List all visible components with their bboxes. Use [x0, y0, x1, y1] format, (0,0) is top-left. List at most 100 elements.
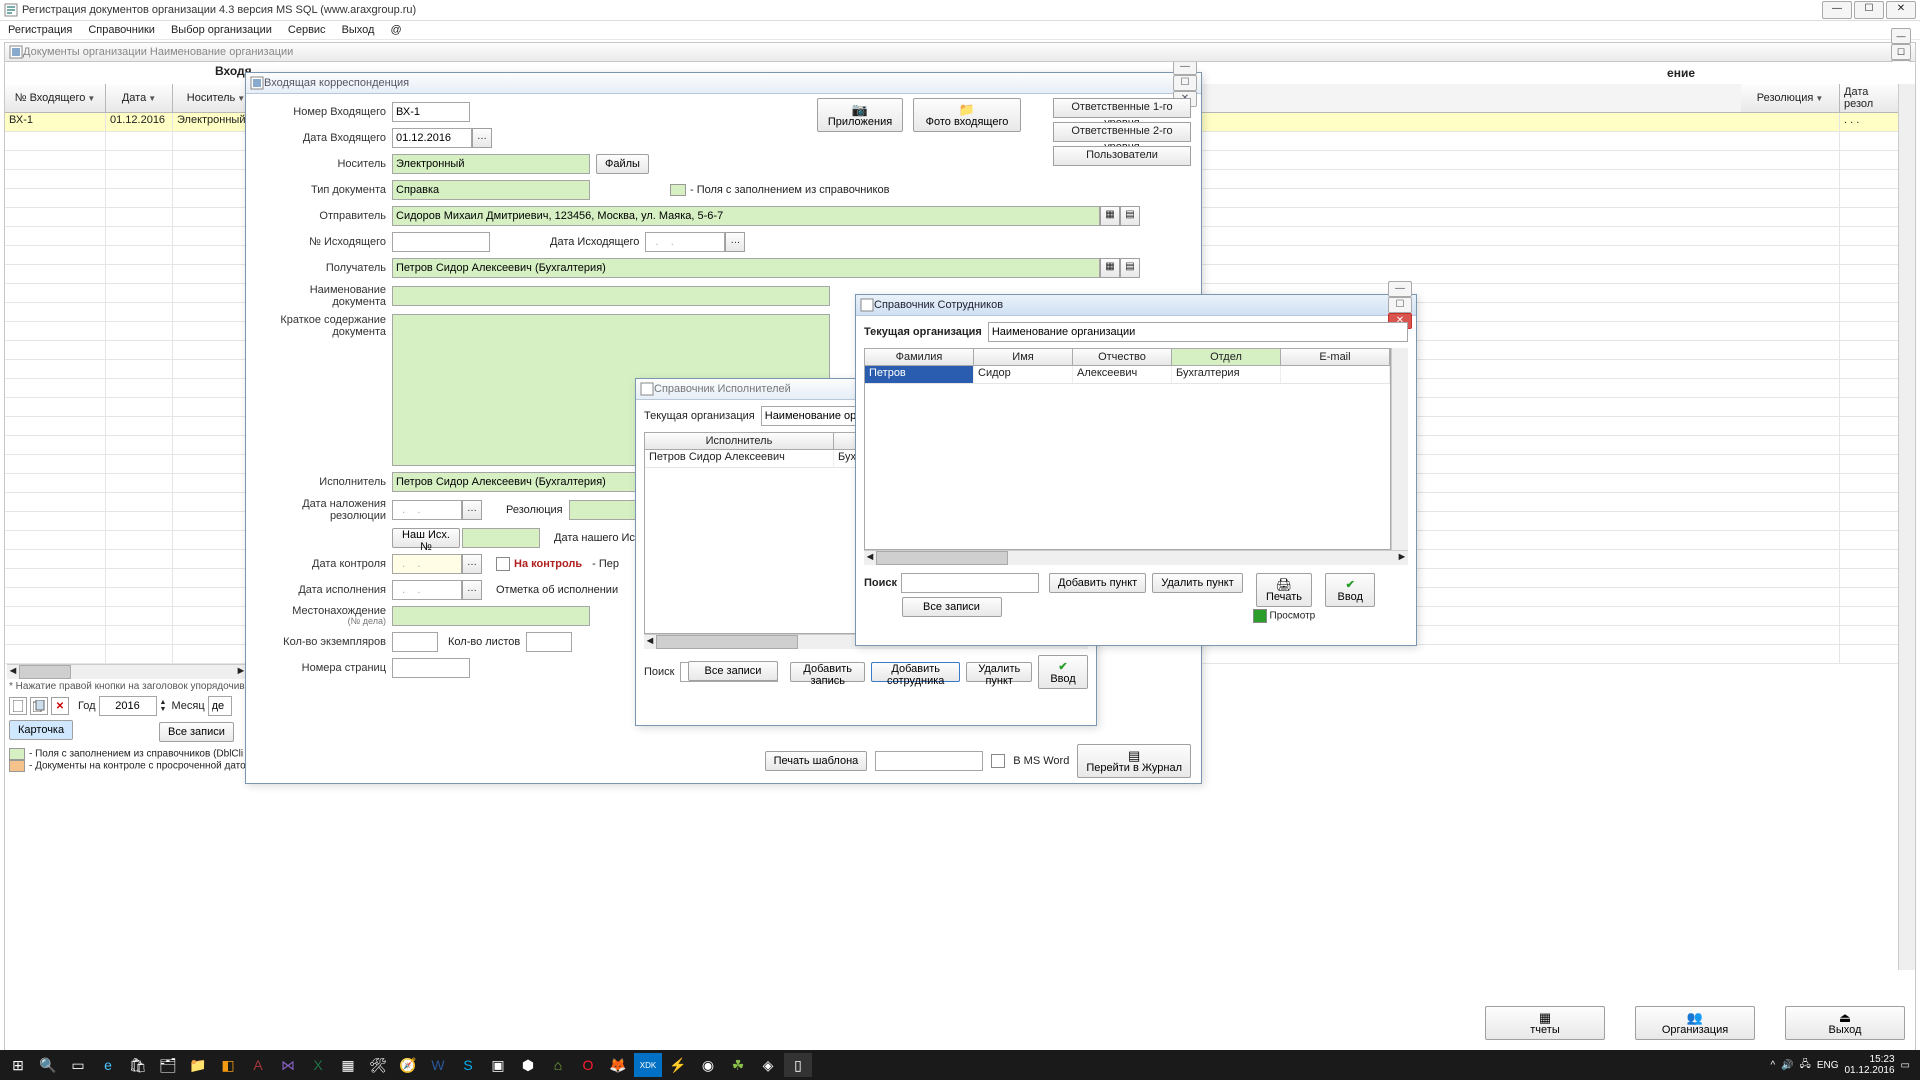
app-maximize-button[interactable]: ☐ — [1854, 1, 1884, 19]
app-icon-1[interactable]: ◧ — [214, 1053, 242, 1077]
resdate-picker-button[interactable]: … — [462, 500, 482, 520]
input-num[interactable] — [392, 102, 470, 122]
month-input[interactable] — [208, 696, 232, 716]
calc-icon[interactable]: ▦ — [334, 1053, 362, 1077]
app-icon-4[interactable]: ⌂ — [544, 1053, 572, 1077]
to-journal-button[interactable]: ▤Перейти в Журнал — [1077, 744, 1191, 778]
input-resdate[interactable] — [392, 500, 462, 520]
firefox-icon[interactable]: 🦊 — [604, 1053, 632, 1077]
visualstudio-icon[interactable]: ⋈ — [274, 1053, 302, 1077]
exit-button[interactable]: ⏏Выход — [1785, 1006, 1905, 1040]
xdk-icon[interactable]: XDK — [634, 1053, 662, 1077]
mdi-maximize-button[interactable]: ☐ — [1891, 44, 1911, 60]
attachments-button[interactable]: 📷Приложения — [817, 98, 903, 132]
folder-icon[interactable]: 📁 — [184, 1053, 212, 1077]
menu-service[interactable]: Сервис — [284, 24, 330, 36]
reports-button[interactable]: ▦тчеты — [1485, 1006, 1605, 1040]
exec-enter-button[interactable]: ✔Ввод — [1038, 655, 1088, 689]
emp-preview-checkbox[interactable] — [1253, 609, 1267, 623]
controldate-picker-button[interactable]: … — [462, 554, 482, 574]
col-date[interactable]: Дата▼ — [106, 84, 173, 112]
print-template-button[interactable]: Печать шаблона — [765, 751, 868, 771]
tray-notifications-icon[interactable]: ▭ — [1901, 1060, 1910, 1071]
template-name-input[interactable] — [875, 751, 983, 771]
emp-org-input[interactable] — [988, 322, 1408, 342]
menu-references[interactable]: Справочники — [84, 24, 159, 36]
new-doc-button[interactable] — [9, 697, 27, 715]
responsible-1-button[interactable]: Ответственные 1-го уровня — [1053, 98, 1191, 118]
task-view-icon[interactable]: ▭ — [64, 1053, 92, 1077]
organization-button[interactable]: 👥Организация — [1635, 1006, 1755, 1040]
tray-up-icon[interactable]: ^ — [1771, 1060, 1776, 1071]
input-copies[interactable] — [392, 632, 438, 652]
app-icon-7[interactable]: ◈ — [754, 1053, 782, 1077]
emp-row[interactable]: Петров Сидор Алексеевич Бухгалтерия — [865, 366, 1390, 384]
app-icon-6[interactable]: ☘ — [724, 1053, 752, 1077]
msword-checkbox[interactable] — [991, 754, 1005, 768]
copy-doc-button[interactable] — [30, 697, 48, 715]
date-picker-button[interactable]: … — [472, 128, 492, 148]
tray-lang[interactable]: ENG — [1817, 1060, 1839, 1071]
emp-maximize-button[interactable]: ☐ — [1388, 297, 1412, 313]
tools-icon[interactable]: 🛠 — [364, 1053, 392, 1077]
emp-col-patronymic[interactable]: Отчество — [1073, 349, 1172, 365]
current-app-icon[interactable]: ▯ — [784, 1053, 812, 1077]
sender-lookup-button[interactable]: ▦ — [1100, 206, 1120, 226]
emp-col-dept[interactable]: Отдел — [1172, 349, 1281, 365]
input-controldate[interactable] — [392, 554, 462, 574]
search-icon[interactable]: 🔍 — [34, 1053, 62, 1077]
menu-exit[interactable]: Выход — [338, 24, 379, 36]
store-icon[interactable]: 🛍 — [124, 1053, 152, 1077]
app-icon-5[interactable]: ⚡ — [664, 1053, 692, 1077]
exec-all-records-button[interactable]: Все записи — [688, 661, 778, 681]
emp-col-email[interactable]: E-mail — [1281, 349, 1390, 365]
input-media[interactable] — [392, 154, 590, 174]
execdate-picker-button[interactable]: … — [462, 580, 482, 600]
start-button[interactable]: ⊞ — [4, 1053, 32, 1077]
emp-add-button[interactable]: Добавить пункт — [1049, 573, 1146, 593]
emp-col-name[interactable]: Имя — [974, 349, 1073, 365]
app-close-button[interactable]: ✕ — [1886, 1, 1916, 19]
our-out-num-button[interactable]: Наш Исх.№ — [392, 528, 460, 548]
card-maximize-button[interactable]: ☐ — [1173, 75, 1197, 91]
safari-icon[interactable]: 🧭 — [394, 1053, 422, 1077]
on-control-checkbox[interactable] — [496, 557, 510, 571]
excel-icon[interactable]: X — [304, 1053, 332, 1077]
skype-icon[interactable]: S — [454, 1053, 482, 1077]
chrome-icon[interactable]: ◉ — [694, 1053, 722, 1077]
card-button[interactable]: Карточка — [9, 720, 73, 740]
recipient-card-button[interactable]: ▤ — [1120, 258, 1140, 278]
delete-doc-button[interactable]: ✕ — [51, 697, 69, 715]
col-resolution[interactable]: Резолюция▼ — [1741, 84, 1840, 112]
emp-col-surname[interactable]: Фамилия — [865, 349, 974, 365]
input-outnum[interactable] — [392, 232, 490, 252]
col-incoming-num[interactable]: № Входящего▼ — [5, 84, 106, 112]
tray-volume-icon[interactable]: 🔊 — [1781, 1060, 1793, 1071]
year-up[interactable]: ▲ — [160, 699, 167, 706]
emp-print-button[interactable]: 🖨Печать — [1256, 573, 1312, 607]
emp-all-records-button[interactable]: Все записи — [902, 597, 1002, 617]
exec-delete-button[interactable]: Удалить пункт — [966, 662, 1032, 682]
exec-add-record-button[interactable]: Добавить запись — [790, 662, 864, 682]
all-records-button[interactable]: Все записи — [159, 722, 234, 742]
sender-card-button[interactable]: ▤ — [1120, 206, 1140, 226]
emp-search-input[interactable] — [901, 573, 1039, 593]
photo-button[interactable]: 📁Фото входящего — [913, 98, 1021, 132]
input-docname[interactable] — [392, 286, 830, 306]
responsible-2-button[interactable]: Ответственные 2-го уровня — [1053, 122, 1191, 142]
emp-hscroll[interactable]: ◄► — [864, 550, 1408, 565]
explorer-icon[interactable]: 🗂 — [154, 1053, 182, 1077]
opera-icon[interactable]: O — [574, 1053, 602, 1077]
menu-select-org[interactable]: Выбор организации — [167, 24, 276, 36]
app-icon-2[interactable]: ▣ — [484, 1053, 512, 1077]
emp-vscroll[interactable] — [1391, 348, 1408, 550]
recipient-lookup-button[interactable]: ▦ — [1100, 258, 1120, 278]
input-location[interactable] — [392, 606, 590, 626]
exec-add-employee-button[interactable]: Добавить сотрудника — [871, 662, 961, 682]
access-icon[interactable]: A — [244, 1053, 272, 1077]
emp-minimize-button[interactable]: — — [1388, 281, 1412, 297]
emp-enter-button[interactable]: ✔Ввод — [1325, 573, 1375, 607]
input-pages[interactable] — [392, 658, 470, 678]
tray-network-icon[interactable]: 🖧 — [1800, 1057, 1811, 1074]
word-icon[interactable]: W — [424, 1053, 452, 1077]
